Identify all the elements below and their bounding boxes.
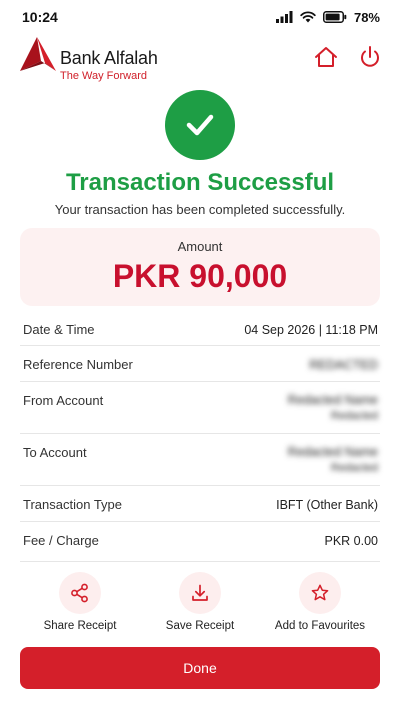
detail-label: Transaction Type [23, 497, 122, 512]
detail-label: Fee / Charge [23, 533, 99, 548]
status-bar: 10:24 78% [0, 0, 400, 34]
share-icon [71, 583, 88, 603]
star-icon [311, 584, 329, 601]
detail-row-transaction-type: Transaction Type IBFT (Other Bank) [20, 486, 380, 522]
add-to-favourites-button[interactable]: Add to Favourites [260, 572, 380, 632]
brand-tagline: The Way Forward [60, 70, 148, 82]
detail-value: REDACTED [309, 358, 378, 372]
share-receipt-button[interactable]: Share Receipt [20, 572, 140, 632]
bank-logo: Bank Alfalah The Way Forward [20, 37, 170, 82]
detail-label: To Account [23, 445, 87, 460]
add-to-favourites-label: Add to Favourites [274, 620, 366, 632]
detail-label: From Account [23, 393, 104, 408]
brand-name: Bank Alfalah [60, 48, 158, 68]
share-receipt-label: Share Receipt [43, 620, 117, 632]
detail-value-secondary: Redacted [330, 410, 378, 422]
success-badge [165, 90, 235, 160]
detail-row-from-account: From Account Redacted Name Redacted [20, 382, 380, 434]
detail-label: Date & Time [23, 322, 95, 337]
add-to-favourites-circle[interactable] [299, 572, 341, 614]
detail-value: Redacted Name [287, 445, 378, 459]
check-icon [186, 114, 214, 136]
amount-label: Amount [177, 239, 223, 254]
detail-row-date: Date & Time 04 Sep 2026 | 11:18 PM [20, 312, 380, 346]
save-receipt-label: Save Receipt [165, 620, 235, 632]
detail-label: Reference Number [23, 357, 133, 372]
amount-card: Amount PKR 90,000 [20, 228, 380, 306]
battery-icon [322, 11, 347, 23]
done-button[interactable]: Done [20, 647, 380, 689]
signal-icon [275, 11, 293, 23]
download-icon [192, 584, 208, 601]
home-icon[interactable] [313, 44, 339, 70]
detail-row-reference: Reference Number REDACTED [20, 346, 380, 382]
transaction-details: Date & Time 04 Sep 2026 | 11:18 PM Refer… [20, 312, 380, 562]
detail-value: 04 Sep 2026 | 11:18 PM [244, 323, 378, 337]
detail-value: Redacted Name [287, 393, 378, 407]
battery-percent: 78% [353, 9, 380, 25]
wifi-icon [300, 11, 316, 23]
status-title: Transaction Successful [65, 169, 335, 196]
save-receipt-circle[interactable] [179, 572, 221, 614]
receipt-actions: Share Receipt Save Receipt Add to Favour… [20, 572, 380, 634]
amount-value: PKR 90,000 [112, 258, 288, 294]
detail-row-fee: Fee / Charge PKR 0.00 [20, 522, 380, 562]
detail-value-secondary: Redacted [330, 462, 378, 474]
detail-value: PKR 0.00 [324, 534, 378, 548]
logo-mark-icon [20, 37, 56, 71]
save-receipt-button[interactable]: Save Receipt [140, 572, 260, 632]
share-receipt-circle[interactable] [59, 572, 101, 614]
status-time: 10:24 [22, 9, 58, 25]
power-icon[interactable] [357, 44, 383, 70]
app-header: Bank Alfalah The Way Forward [0, 34, 400, 86]
status-icons: 78% [275, 9, 380, 25]
detail-row-to-account: To Account Redacted Name Redacted [20, 434, 380, 486]
status-subtitle: Your transaction has been completed succ… [54, 202, 346, 217]
detail-value: IBFT (Other Bank) [276, 498, 378, 512]
